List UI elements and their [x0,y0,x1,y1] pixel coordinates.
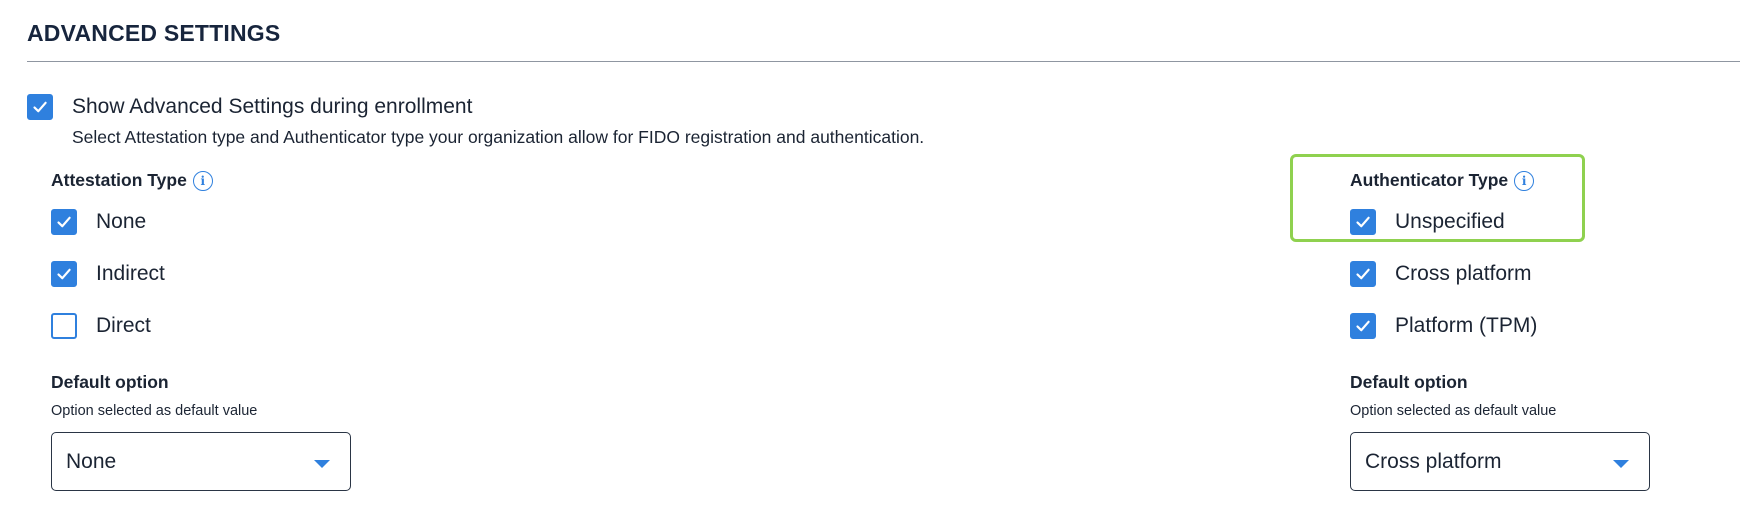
attestation-default-select[interactable]: None [51,432,351,491]
authenticator-option-cross-platform[interactable]: Cross platform [1350,261,1532,287]
authenticator-cross-platform-checkbox[interactable] [1350,261,1376,287]
authenticator-platform-tpm-checkbox[interactable] [1350,313,1376,339]
attestation-option-indirect[interactable]: Indirect [51,261,165,287]
section-divider [27,61,1740,62]
authenticator-type-title: Authenticator Type [1350,170,1509,190]
attestation-default-value: None [66,449,117,473]
info-icon[interactable]: i [1514,170,1535,191]
attestation-type-title: Attestation Type [51,170,187,190]
authenticator-default-select[interactable]: Cross platform [1350,432,1650,491]
chevron-down-icon [314,459,330,468]
show-advanced-label: Show Advanced Settings during enrollment [72,95,473,118]
authenticator-cross-platform-label: Cross platform [1395,262,1532,285]
attestation-indirect-checkbox[interactable] [51,261,77,287]
attestation-option-none[interactable]: None [51,209,146,235]
attestation-direct-label: Direct [96,314,151,337]
check-icon [1356,320,1370,332]
check-icon [1356,216,1370,228]
info-icon[interactable]: i [192,170,213,191]
show-advanced-description: Select Attestation type and Authenticato… [72,127,925,147]
check-icon [57,216,71,228]
check-icon [57,268,71,280]
attestation-none-checkbox[interactable] [51,209,77,235]
authenticator-option-unspecified[interactable]: Unspecified [1350,209,1505,235]
authenticator-default-title: Default option [1350,372,1468,392]
check-icon [1356,268,1370,280]
authenticator-unspecified-label: Unspecified [1395,210,1505,233]
show-advanced-checkbox[interactable] [27,94,53,120]
attestation-type-heading: Attestation Type i [51,170,213,191]
chevron-down-icon [1613,459,1629,468]
attestation-none-label: None [96,210,147,233]
attestation-option-direct[interactable]: Direct [51,313,151,339]
attestation-default-subtitle: Option selected as default value [51,403,258,419]
authenticator-type-heading: Authenticator Type i [1350,170,1535,191]
check-icon [33,101,47,113]
attestation-indirect-label: Indirect [96,262,165,285]
authenticator-option-platform-tpm[interactable]: Platform (TPM) [1350,313,1537,339]
authenticator-unspecified-checkbox[interactable] [1350,209,1376,235]
attestation-default-title: Default option [51,372,169,392]
section-title: ADVANCED SETTINGS [27,20,281,46]
attestation-direct-checkbox[interactable] [51,313,77,339]
authenticator-default-value: Cross platform [1365,449,1502,473]
authenticator-platform-tpm-label: Platform (TPM) [1395,314,1538,337]
authenticator-default-subtitle: Option selected as default value [1350,403,1557,419]
